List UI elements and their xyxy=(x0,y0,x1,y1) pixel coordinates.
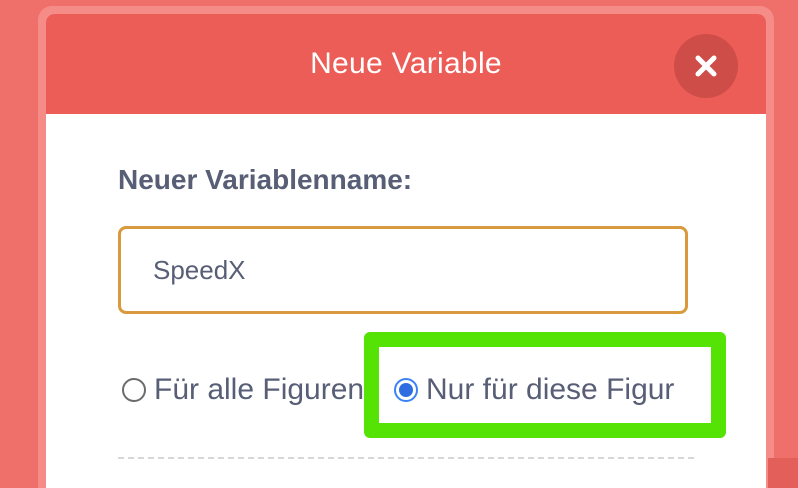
corner-edge xyxy=(768,458,798,488)
new-variable-dialog: Neue Variable Neuer Variablenname: Für a… xyxy=(46,14,766,488)
close-icon xyxy=(695,55,717,77)
dialog-divider xyxy=(118,457,694,459)
radio-option-all-sprites[interactable]: Für alle Figuren xyxy=(122,366,364,414)
radio-button-this-sprite[interactable] xyxy=(394,378,418,402)
radio-label-all-sprites: Für alle Figuren xyxy=(154,373,364,406)
radio-button-all-sprites[interactable] xyxy=(122,378,146,402)
dialog-title: Neue Variable xyxy=(310,47,502,80)
radio-label-this-sprite: Nur für diese Figur xyxy=(426,373,675,406)
variable-name-label: Neuer Variablenname: xyxy=(118,164,413,195)
variable-name-input[interactable] xyxy=(118,226,688,314)
dialog-header: Neue Variable xyxy=(46,14,766,114)
close-button[interactable] xyxy=(674,34,738,98)
radio-option-this-sprite[interactable]: Nur für diese Figur xyxy=(394,366,674,414)
